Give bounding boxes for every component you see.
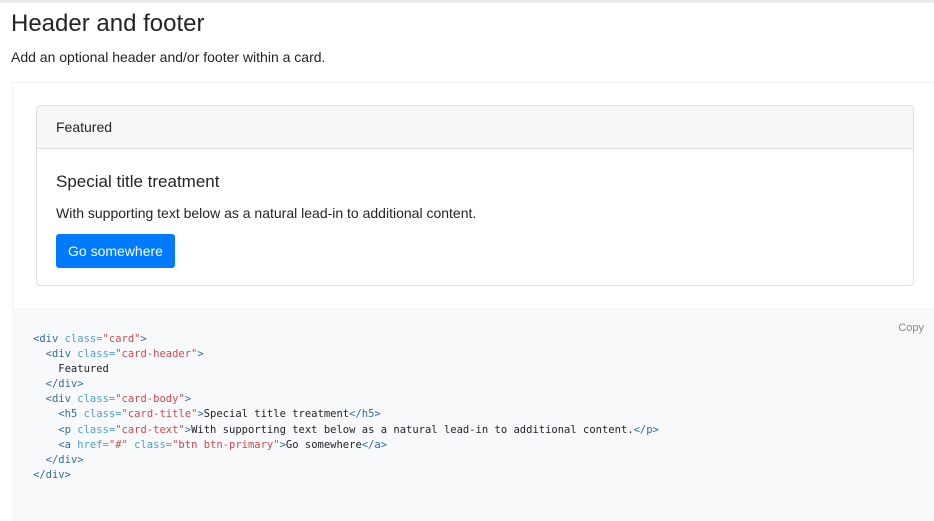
code-token: class= xyxy=(127,438,173,451)
code-line: </div> xyxy=(33,453,659,468)
docs-page: Header and footer Add an optional header… xyxy=(0,0,934,521)
code-line: <h5 class="card-title">Special title tre… xyxy=(33,407,659,422)
code-token: class= xyxy=(77,348,116,361)
card-title: Special title treatment xyxy=(56,172,220,191)
card-body: Special title treatment With supporting … xyxy=(37,149,913,268)
code-token: Go somewhere xyxy=(285,438,362,451)
code-token: <div xyxy=(45,348,78,361)
section-title: Header and footer xyxy=(11,10,205,37)
code-listing: <div class="card"> <div class="card-head… xyxy=(33,332,659,483)
top-divider xyxy=(0,0,934,3)
code-token: class= xyxy=(77,423,116,436)
code-line: <div class="card-header"> xyxy=(33,347,659,362)
code-line: </div> xyxy=(33,377,659,392)
code-token: </div> xyxy=(45,453,84,466)
code-token: <h5 xyxy=(58,408,84,421)
code-token: </p> xyxy=(633,423,659,436)
go-somewhere-button[interactable]: Go somewhere xyxy=(56,234,175,268)
code-token: <p xyxy=(58,423,78,436)
copy-button[interactable]: Copy xyxy=(898,322,924,334)
section-lead: Add an optional header and/or footer wit… xyxy=(11,49,326,65)
code-token: </a> xyxy=(361,438,388,451)
code-token: class= xyxy=(77,393,116,406)
code-token: <div xyxy=(33,333,65,345)
code-line: Featured xyxy=(33,362,659,377)
code-token: <div xyxy=(45,393,78,406)
card-text: With supporting text below as a natural … xyxy=(56,205,477,221)
card-header: Featured xyxy=(37,106,913,149)
code-token: class= xyxy=(64,333,103,345)
code-token: "card-text" xyxy=(115,423,185,436)
code-line: <p class="card-text">With supporting tex… xyxy=(33,423,659,438)
code-token: <a xyxy=(58,438,78,451)
card: Featured Special title treatment With su… xyxy=(36,105,914,286)
code-token: "#" xyxy=(108,438,128,451)
code-token: > xyxy=(197,348,204,361)
code-token: "card" xyxy=(102,333,141,345)
code-token: </div> xyxy=(45,378,84,391)
code-token: With supporting text below as a natural … xyxy=(191,423,634,436)
code-token: href= xyxy=(77,438,109,451)
code-line: </div> xyxy=(33,468,659,483)
code-snippet: Copy <div class="card"> <div class="card… xyxy=(12,308,934,521)
code-token: </h5> xyxy=(349,408,381,421)
code-token: > xyxy=(140,333,147,345)
code-line: <div class="card-body"> xyxy=(33,392,659,407)
example-preview: Featured Special title treatment With su… xyxy=(12,82,934,308)
code-token: > xyxy=(184,393,192,406)
code-token: </div> xyxy=(33,468,71,481)
code-token: class= xyxy=(83,408,122,421)
code-line: <div class="card"> xyxy=(33,332,659,347)
code-token: "card-body" xyxy=(115,393,185,406)
code-token: "card-title" xyxy=(121,408,198,421)
code-token: "btn btn-primary" xyxy=(172,438,280,451)
code-token: Featured xyxy=(33,363,109,376)
code-token: "card-header" xyxy=(115,348,198,361)
code-token: Special title treatment xyxy=(203,408,350,421)
code-line: <a href="#" class="btn btn-primary">Go s… xyxy=(33,438,659,453)
